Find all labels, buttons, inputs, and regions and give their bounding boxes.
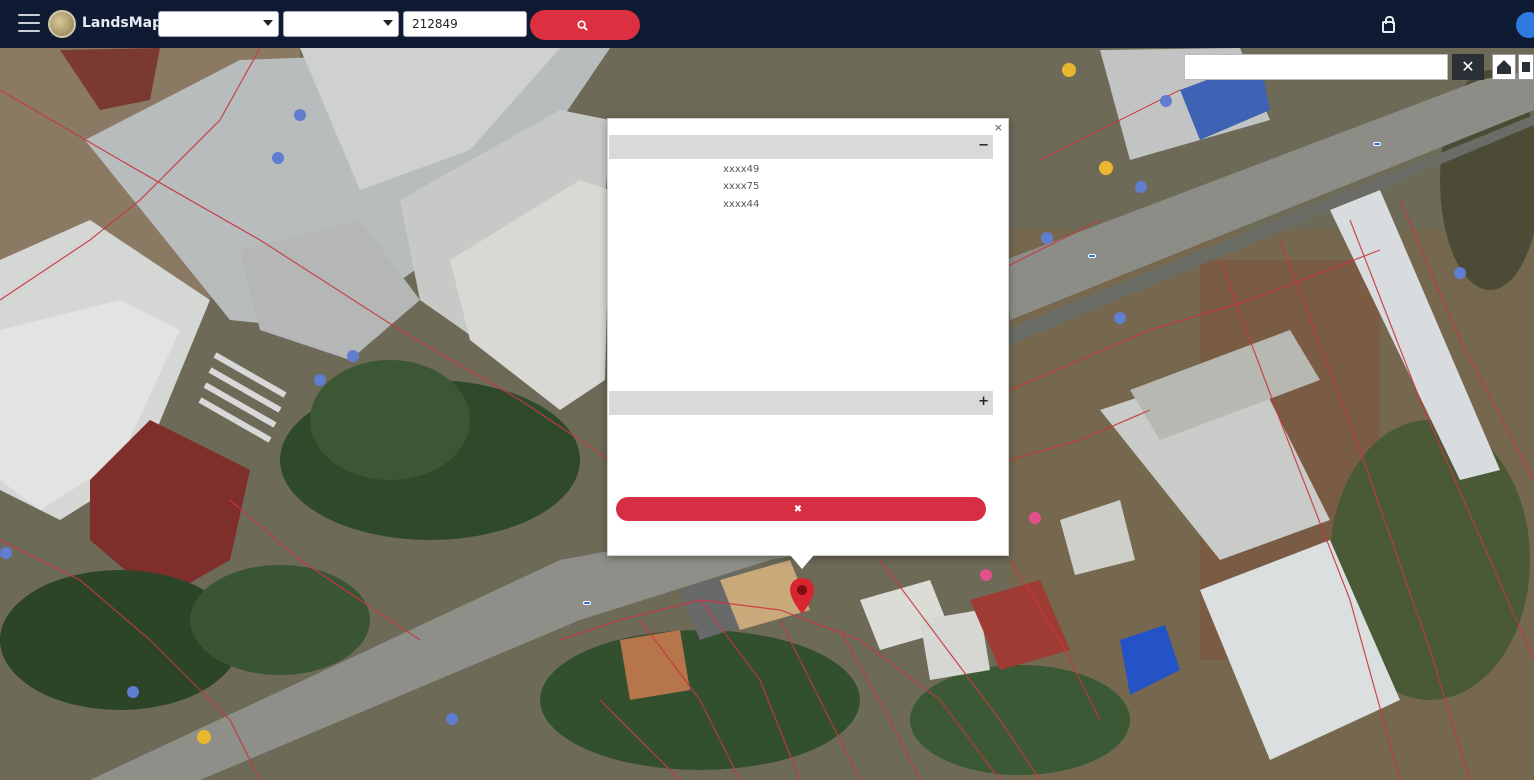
- search-button[interactable]: [530, 10, 640, 40]
- clear-search-button[interactable]: ✕: [1452, 54, 1484, 80]
- detail-label: [608, 285, 723, 302]
- detail-label: [608, 372, 723, 389]
- section-header-land-office[interactable]: +: [609, 390, 993, 415]
- detail-row: [608, 320, 1008, 337]
- menu-icon[interactable]: [18, 14, 40, 32]
- login-link[interactable]: [1382, 16, 1401, 33]
- detail-label: [608, 302, 723, 319]
- detail-label: [608, 250, 723, 267]
- location-pin-icon[interactable]: [790, 578, 814, 614]
- detail-label: [608, 181, 723, 198]
- detail-label: [608, 164, 723, 181]
- parcel-info-popup: × − xxxx49 xxxx75 xxxx44 + ✖: [607, 118, 1009, 569]
- detail-row: xxxx75: [608, 181, 1008, 198]
- close-icon: ✖: [793, 503, 803, 515]
- detail-row: [608, 372, 1008, 389]
- detail-row: [608, 250, 1008, 267]
- detail-value: xxxx44: [723, 198, 760, 210]
- parcel-number-input[interactable]: [403, 11, 527, 37]
- section-header-parcel-info[interactable]: −: [609, 135, 993, 159]
- search-icon: [576, 19, 588, 31]
- layers-button[interactable]: [1518, 54, 1534, 80]
- close-icon[interactable]: ×: [994, 121, 1003, 134]
- detail-value: xxxx49: [723, 164, 760, 175]
- collapse-icon[interactable]: −: [978, 138, 989, 153]
- detail-label: [608, 354, 723, 371]
- highway-shield: [1373, 142, 1381, 146]
- place-search-input[interactable]: [1184, 54, 1448, 80]
- detail-row: [608, 216, 1008, 233]
- detail-row: [608, 337, 1008, 354]
- detail-label: [608, 216, 723, 233]
- expand-icon[interactable]: +: [978, 394, 989, 409]
- lock-icon: [1382, 16, 1395, 33]
- detail-row: [608, 285, 1008, 302]
- popup-pointer: [790, 555, 814, 569]
- detail-row: [608, 268, 1008, 285]
- layers-icon: [1522, 62, 1530, 72]
- close-window-button[interactable]: ✖: [616, 497, 986, 521]
- chevron-down-icon: [383, 20, 393, 26]
- detail-value: xxxx75: [723, 181, 760, 193]
- detail-row: xxxx49: [608, 164, 1008, 181]
- detail-label: [608, 233, 723, 250]
- top-navbar: LandsMaps: [0, 0, 1534, 48]
- detail-row: [608, 233, 1008, 250]
- detail-label: [608, 199, 723, 216]
- highway-shield: [583, 601, 591, 605]
- detail-row: xxxx44: [608, 199, 1008, 216]
- home-button[interactable]: [1492, 54, 1516, 80]
- district-select[interactable]: [283, 11, 399, 37]
- user-avatar-button[interactable]: [1516, 12, 1534, 38]
- detail-label: [608, 337, 723, 354]
- detail-row: [608, 354, 1008, 371]
- detail-label: [608, 268, 723, 285]
- parcel-details-list: xxxx49 xxxx75 xxxx44: [608, 164, 1008, 389]
- detail-row: [608, 302, 1008, 319]
- highway-shield: [1088, 254, 1096, 258]
- logo-icon: [48, 10, 76, 38]
- chevron-down-icon: [263, 20, 273, 26]
- province-select[interactable]: [158, 11, 279, 37]
- home-icon: [1497, 60, 1511, 74]
- detail-label: [608, 320, 723, 337]
